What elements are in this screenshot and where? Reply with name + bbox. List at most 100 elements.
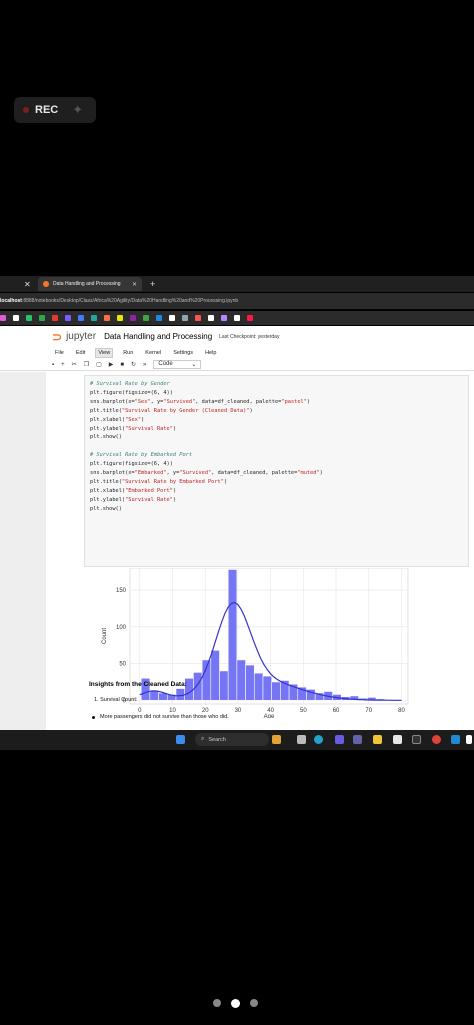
search-icon: ⌕	[201, 736, 205, 742]
bookmark-icon[interactable]	[156, 315, 162, 321]
notebook-title[interactable]: Data Handling and Processing	[104, 332, 212, 341]
histogram-bar	[271, 681, 281, 701]
bookmark-icon[interactable]	[143, 315, 149, 321]
bookmark-icon[interactable]	[39, 315, 45, 321]
code-line: plt.figure(figsize=(6, 4))	[90, 389, 173, 396]
close-tab-icon[interactable]: ✕	[24, 280, 34, 289]
code-line: plt.figure(figsize=(6, 4))	[90, 461, 173, 468]
code-cell[interactable]: # Survival Rate by Gender plt.figure(figs…	[84, 375, 469, 567]
cut-icon[interactable]: ✂	[72, 361, 77, 368]
sparkle-icon[interactable]: ✦	[72, 102, 83, 118]
bookmark-icon[interactable]	[78, 315, 84, 321]
x-tick-label: 80	[398, 708, 405, 714]
save-icon[interactable]: ▪	[52, 362, 54, 368]
histogram-bar	[193, 672, 203, 701]
menu-settings[interactable]: Settings	[171, 349, 195, 357]
terminal-icon[interactable]	[412, 735, 421, 744]
bookmark-icon[interactable]	[195, 315, 201, 321]
bookmark-icon[interactable]	[65, 315, 71, 321]
code-line: plt.ylabel("Survival Rate")	[90, 496, 177, 503]
copy-icon[interactable]: ❐	[84, 361, 89, 368]
restart-icon[interactable]: ↻	[131, 361, 136, 368]
y-axis-label: Count	[102, 628, 108, 644]
menu-help[interactable]: Help	[203, 349, 218, 357]
menu-edit[interactable]: Edit	[74, 349, 87, 357]
browser-tab-bar: ✕ Data Handling and Processing ✕ +	[0, 276, 474, 292]
search-label: Search	[208, 736, 226, 743]
close-tab-icon[interactable]: ✕	[132, 281, 137, 288]
histogram-bar	[219, 670, 229, 701]
windows-taskbar: ⌕ Search	[0, 730, 474, 750]
notebook-toolbar: ▪ + ✂ ❐ ▢ ▶ ■ ↻ » Code ⌄	[0, 359, 474, 371]
code-line: plt.title("Survival Rate by Gender (Clea…	[90, 407, 253, 414]
menu-run[interactable]: Run	[121, 349, 135, 357]
checkpoint-status: Last Checkpoint: yesterday	[219, 333, 280, 340]
code-line: # Survival Rate by Gender	[90, 381, 170, 387]
bookmark-icon[interactable]	[182, 315, 188, 321]
code-line: plt.ylabel("Survival Rate")	[90, 425, 177, 432]
jupyter-logo-icon[interactable]: ⊃	[52, 330, 62, 344]
bullet-text: More passengers did not survive than tho…	[100, 714, 229, 720]
bookmark-icon[interactable]	[247, 315, 253, 321]
browser-tab-active[interactable]: Data Handling and Processing ✕	[38, 277, 142, 291]
menu-view[interactable]: View	[95, 348, 114, 358]
app-icon[interactable]	[466, 735, 472, 744]
bookmark-icon[interactable]	[0, 315, 6, 321]
vscode-icon[interactable]	[451, 735, 460, 744]
new-tab-icon[interactable]: +	[150, 279, 155, 289]
taskbar-search[interactable]: ⌕ Search	[195, 733, 269, 746]
windows-start-icon[interactable]	[176, 735, 185, 744]
bookmark-icon[interactable]	[91, 315, 97, 321]
histogram-bar	[253, 672, 264, 701]
bookmark-icon[interactable]	[234, 315, 240, 321]
menu-file[interactable]: File	[53, 349, 66, 357]
tab-title: Data Handling and Processing	[53, 281, 121, 287]
histogram-bar	[245, 664, 255, 701]
bookmark-icon[interactable]	[13, 315, 19, 321]
bookmark-icon[interactable]	[208, 315, 214, 321]
page-dot[interactable]	[213, 999, 221, 1007]
bookmark-icon[interactable]	[117, 315, 123, 321]
bookmark-icon[interactable]	[52, 315, 58, 321]
cell-type-select[interactable]: Code ⌄	[153, 360, 202, 369]
code-line: plt.show()	[90, 434, 122, 441]
pagination-dots	[213, 999, 258, 1008]
histogram-bar	[236, 659, 246, 701]
bullet-icon	[92, 715, 95, 719]
address-bar[interactable]: localhost:8888/notebooks/Desktop/Class/A…	[0, 293, 474, 309]
rec-label: REC	[35, 104, 59, 116]
x-axis-label: Age	[264, 714, 275, 718]
screen-recorder-badge[interactable]: REC ✦	[14, 97, 96, 123]
teams-icon[interactable]	[353, 735, 362, 744]
stop-icon[interactable]: ■	[120, 362, 124, 368]
paste-icon[interactable]: ▢	[96, 361, 102, 368]
bookmark-icon[interactable]	[221, 315, 227, 321]
code-line: plt.xlabel("Sex")	[90, 416, 145, 423]
bookmark-icon[interactable]	[169, 315, 175, 321]
add-cell-icon[interactable]: +	[61, 362, 65, 368]
histogram-bar	[175, 688, 185, 701]
widgets-icon[interactable]	[272, 735, 281, 744]
page-dot[interactable]	[250, 999, 258, 1007]
page-dot-active[interactable]	[231, 999, 240, 1008]
edge-icon[interactable]	[314, 735, 323, 744]
code-editor[interactable]: # Survival Rate by Gender plt.figure(figs…	[90, 380, 323, 514]
bookmark-icon[interactable]	[104, 315, 110, 321]
calendar-icon[interactable]	[393, 735, 402, 744]
bookmark-icon[interactable]	[130, 315, 136, 321]
fast-forward-icon[interactable]: »	[143, 362, 146, 368]
histogram-bar	[149, 690, 159, 701]
run-icon[interactable]: ▶	[109, 361, 114, 368]
survival-count-item: 1. Survival Count:	[94, 697, 138, 703]
file-explorer-icon[interactable]	[373, 735, 382, 744]
chrome-icon[interactable]	[432, 735, 441, 744]
jupyter-wordmark[interactable]: jupyter	[66, 331, 96, 342]
bookmark-icon[interactable]	[26, 315, 32, 321]
code-line: plt.xlabel("Embarked Port")	[90, 487, 177, 494]
chevron-down-icon: ⌄	[191, 362, 197, 368]
menu-kernel[interactable]: Kernel	[143, 349, 163, 357]
y-tick-label: 150	[116, 588, 127, 594]
record-dot-icon	[23, 107, 29, 113]
copilot-icon[interactable]	[335, 735, 344, 744]
task-view-icon[interactable]	[297, 735, 306, 744]
